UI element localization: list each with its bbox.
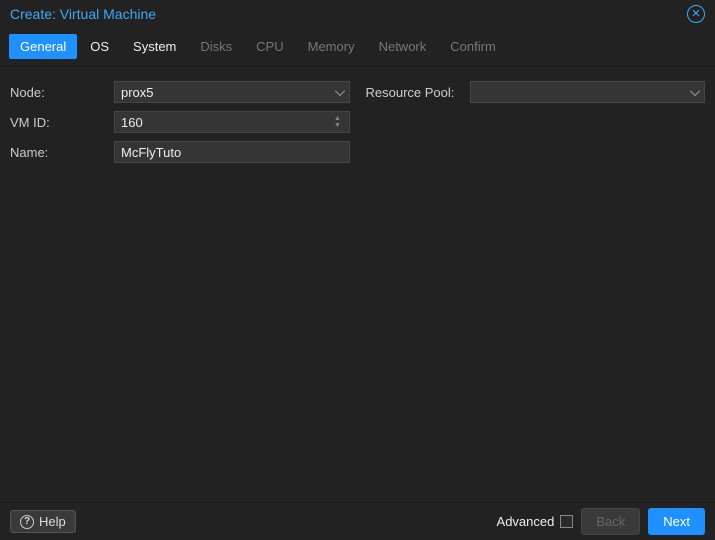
vmid-row: VM ID: 160 ▲ ▼ (10, 111, 350, 133)
tab-cpu: CPU (245, 34, 294, 59)
node-field[interactable]: prox5 (114, 81, 350, 103)
pool-label: Resource Pool: (366, 85, 470, 100)
tab-confirm: Confirm (439, 34, 507, 59)
node-label: Node: (10, 85, 114, 100)
chevron-down-icon (335, 85, 345, 100)
tab-disks: Disks (189, 34, 243, 59)
close-icon[interactable]: ✕ (687, 5, 705, 23)
dialog-title: Create: Virtual Machine (10, 6, 156, 22)
tab-general[interactable]: General (9, 34, 77, 59)
vmid-field[interactable]: 160 ▲ ▼ (114, 111, 350, 133)
pool-row: Resource Pool: (366, 81, 706, 103)
right-column: Resource Pool: (366, 81, 706, 488)
spinner-icon: ▲ ▼ (331, 112, 345, 132)
left-column: Node: prox5 VM ID: 160 ▲ ▼ (10, 81, 350, 488)
pool-field[interactable] (470, 81, 706, 103)
help-label: Help (39, 514, 66, 529)
name-label: Name: (10, 145, 114, 160)
next-button[interactable]: Next (648, 508, 705, 535)
back-button: Back (581, 508, 640, 535)
vmid-label: VM ID: (10, 115, 114, 130)
vmid-value: 160 (121, 115, 143, 130)
name-row: Name: McFlyTuto (10, 141, 350, 163)
name-field[interactable]: McFlyTuto (114, 141, 350, 163)
next-label: Next (663, 514, 690, 529)
advanced-label: Advanced (497, 514, 555, 529)
create-vm-dialog: Create: Virtual Machine ✕ General OS Sys… (0, 0, 715, 540)
help-button[interactable]: ? Help (10, 510, 76, 533)
chevron-down-icon (690, 85, 700, 100)
node-value: prox5 (121, 85, 154, 100)
titlebar: Create: Virtual Machine ✕ (0, 0, 715, 30)
name-value: McFlyTuto (121, 145, 181, 160)
tab-system[interactable]: System (122, 34, 187, 59)
node-row: Node: prox5 (10, 81, 350, 103)
tab-os[interactable]: OS (79, 34, 120, 59)
tab-network: Network (368, 34, 438, 59)
advanced-checkbox[interactable] (560, 515, 573, 528)
tab-bar: General OS System Disks CPU Memory Netwo… (0, 30, 715, 67)
tab-memory: Memory (297, 34, 366, 59)
back-label: Back (596, 514, 625, 529)
footer: ? Help Advanced Back Next (0, 502, 715, 540)
advanced-toggle: Advanced (497, 514, 574, 529)
form-content: Node: prox5 VM ID: 160 ▲ ▼ (0, 67, 715, 502)
help-icon: ? (20, 515, 34, 529)
